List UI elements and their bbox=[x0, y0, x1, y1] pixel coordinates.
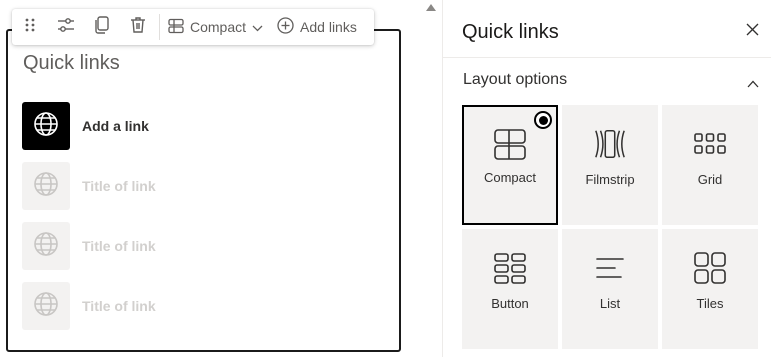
link-thumbnail bbox=[22, 222, 70, 270]
link-label: Title of link bbox=[82, 238, 156, 254]
compact-layout-icon bbox=[168, 18, 184, 37]
layout-label: Filmstrip bbox=[585, 172, 635, 187]
layout-dropdown-label: Compact bbox=[190, 19, 247, 35]
page: Quick links Add a link Title of link Tit… bbox=[0, 0, 771, 357]
add-links-label: Add links bbox=[300, 19, 357, 35]
toolbar-divider bbox=[159, 14, 160, 40]
layout-option-tiles[interactable]: Tiles bbox=[662, 229, 758, 349]
duplicate-button[interactable] bbox=[84, 9, 120, 45]
layout-option-filmstrip[interactable]: Filmstrip bbox=[562, 105, 658, 225]
sliders-icon bbox=[57, 17, 75, 38]
add-links-button[interactable]: Add links bbox=[273, 9, 361, 45]
layout-label: Grid bbox=[697, 172, 723, 187]
layout-label: Compact bbox=[483, 170, 537, 185]
property-pane: Quick links Layout options Compact Films… bbox=[442, 0, 771, 357]
layout-option-button[interactable]: Button bbox=[462, 229, 558, 349]
layout-label: Button bbox=[491, 296, 529, 311]
chevron-up-icon[interactable] bbox=[747, 75, 759, 88]
grid-layout-icon bbox=[693, 127, 727, 161]
layout-option-compact[interactable]: Compact bbox=[462, 105, 558, 225]
chevron-down-icon bbox=[252, 19, 263, 35]
link-thumbnail bbox=[22, 102, 70, 150]
list-layout-icon bbox=[593, 251, 627, 285]
layout-label: Tiles bbox=[696, 296, 724, 311]
quick-links-webpart[interactable]: Quick links Add a link Title of link Tit… bbox=[6, 29, 401, 352]
duplicate-icon bbox=[94, 15, 110, 39]
close-button[interactable] bbox=[744, 23, 760, 41]
layout-option-list[interactable]: List bbox=[562, 229, 658, 349]
webpart-toolbar: Compact Add links bbox=[12, 9, 374, 45]
webpart-title[interactable]: Quick links bbox=[23, 52, 120, 75]
link-thumbnail bbox=[22, 282, 70, 330]
page-canvas: Quick links Add a link Title of link Tit… bbox=[0, 0, 442, 357]
panel-divider bbox=[443, 57, 771, 58]
globe-icon bbox=[33, 111, 59, 142]
layout-options-header[interactable]: Layout options bbox=[463, 71, 567, 89]
link-label: Title of link bbox=[82, 178, 156, 194]
close-icon bbox=[746, 23, 759, 41]
filmstrip-layout-icon bbox=[593, 127, 627, 161]
trash-icon bbox=[130, 16, 146, 39]
link-label: Add a link bbox=[82, 118, 149, 134]
link-label: Title of link bbox=[82, 298, 156, 314]
compact-layout-icon bbox=[493, 127, 527, 161]
link-item[interactable]: Title of link bbox=[22, 281, 362, 331]
scroll-up-arrow[interactable] bbox=[426, 4, 436, 11]
globe-icon bbox=[33, 171, 59, 202]
drag-handle-icon bbox=[23, 17, 37, 38]
globe-icon bbox=[33, 291, 59, 322]
panel-title: Quick links bbox=[462, 21, 559, 43]
link-item[interactable]: Add a link bbox=[22, 101, 362, 151]
layout-dropdown[interactable]: Compact bbox=[164, 9, 267, 45]
delete-button[interactable] bbox=[120, 9, 156, 45]
add-circle-icon bbox=[277, 17, 294, 37]
tiles-layout-icon bbox=[693, 251, 727, 285]
link-thumbnail bbox=[22, 162, 70, 210]
globe-icon bbox=[33, 231, 59, 262]
drag-handle-button[interactable] bbox=[12, 9, 48, 45]
layout-label: List bbox=[599, 296, 621, 311]
layout-option-grid[interactable]: Grid bbox=[662, 105, 758, 225]
edit-properties-button[interactable] bbox=[48, 9, 84, 45]
button-layout-icon bbox=[493, 251, 527, 285]
link-item[interactable]: Title of link bbox=[22, 221, 362, 271]
link-item[interactable]: Title of link bbox=[22, 161, 362, 211]
selected-radio-icon bbox=[534, 111, 552, 129]
